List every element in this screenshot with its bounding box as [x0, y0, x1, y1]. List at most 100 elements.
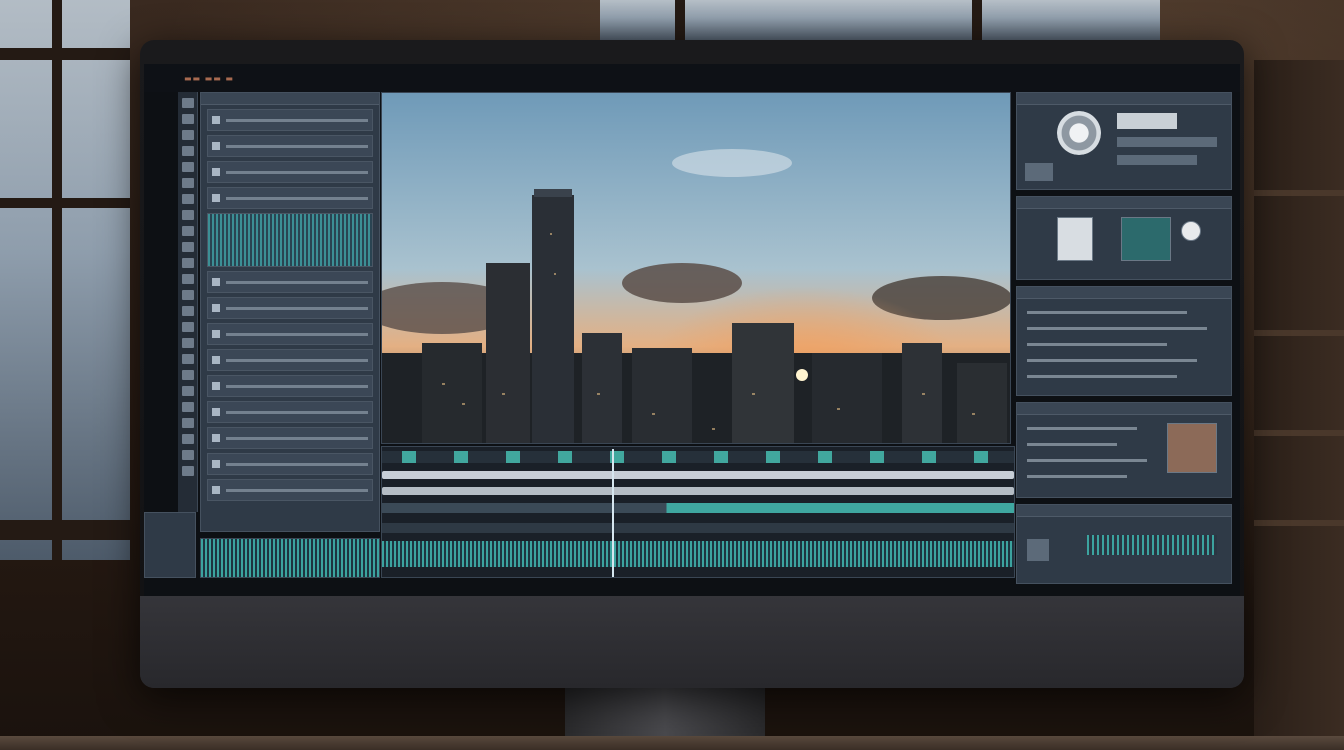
- list-item[interactable]: [207, 135, 373, 157]
- audio-track[interactable]: [382, 541, 1014, 567]
- jog-wheel-icon[interactable]: [1057, 111, 1101, 155]
- tool-icon[interactable]: [181, 242, 194, 252]
- control-block[interactable]: [1117, 155, 1197, 165]
- control-block[interactable]: [1027, 539, 1049, 561]
- param-row[interactable]: [1027, 327, 1207, 330]
- param-row[interactable]: [1027, 475, 1127, 478]
- video-track-3[interactable]: [382, 503, 1014, 513]
- shelf: [1254, 520, 1344, 526]
- window-mullion: [972, 0, 982, 40]
- window-mullion: [0, 520, 130, 540]
- tool-icon[interactable]: [181, 162, 194, 172]
- timeline-ruler[interactable]: [382, 451, 1014, 463]
- tool-icon[interactable]: [181, 258, 194, 268]
- shelf: [1254, 330, 1344, 336]
- list-item[interactable]: [207, 271, 373, 293]
- tool-icon[interactable]: [181, 418, 194, 428]
- param-row[interactable]: [1027, 443, 1117, 446]
- tool-icon[interactable]: [181, 338, 194, 348]
- panel-header: [1017, 505, 1231, 517]
- inspector-column: [1016, 92, 1236, 590]
- tool-icon[interactable]: [181, 194, 194, 204]
- list-item[interactable]: [207, 323, 373, 345]
- tool-icon[interactable]: [181, 210, 194, 220]
- param-row[interactable]: [1027, 427, 1137, 430]
- list-item[interactable]: [207, 297, 373, 319]
- item-text-placeholder: [226, 384, 368, 388]
- audio-meter-waveform: [200, 538, 380, 578]
- tool-icon[interactable]: [181, 130, 194, 140]
- control-block[interactable]: [1025, 163, 1053, 181]
- tool-icon[interactable]: [181, 290, 194, 300]
- list-item[interactable]: [207, 349, 373, 371]
- file-icon: [212, 356, 220, 364]
- tool-icon[interactable]: [181, 322, 194, 332]
- file-icon: [212, 460, 220, 468]
- video-track-2[interactable]: [382, 487, 1014, 495]
- file-icon: [212, 434, 220, 442]
- param-row[interactable]: [1027, 459, 1147, 462]
- item-text-placeholder: [226, 196, 368, 200]
- jog-control-panel: [1016, 92, 1232, 190]
- thumbnail-panel: [1016, 196, 1232, 280]
- building: [486, 263, 530, 443]
- tool-icon[interactable]: [181, 402, 194, 412]
- tool-icon[interactable]: [181, 370, 194, 380]
- list-item[interactable]: [207, 109, 373, 131]
- playhead-icon[interactable]: [612, 449, 614, 577]
- tool-icon[interactable]: [181, 178, 194, 188]
- tool-icon[interactable]: [181, 450, 194, 460]
- video-track-1[interactable]: [382, 471, 1014, 479]
- tool-icon[interactable]: [181, 386, 194, 396]
- file-icon: [212, 278, 220, 286]
- building: [422, 343, 482, 443]
- app-title-bar-mark: ▬▬ ▬▬ ▬: [184, 74, 234, 83]
- clip-thumbnail[interactable]: [1167, 423, 1217, 473]
- param-row[interactable]: [1027, 375, 1177, 378]
- item-text-placeholder: [226, 170, 368, 174]
- tool-icon[interactable]: [181, 466, 194, 476]
- list-item[interactable]: [207, 161, 373, 183]
- city-skyline-frame: [382, 93, 1010, 443]
- param-row[interactable]: [1027, 311, 1187, 314]
- clip-thumbnail[interactable]: [1057, 217, 1093, 261]
- tool-icon[interactable]: [181, 274, 194, 284]
- sun: [796, 369, 808, 381]
- control-block[interactable]: [1117, 137, 1217, 147]
- tool-icon[interactable]: [181, 354, 194, 364]
- shelf: [1254, 430, 1344, 436]
- building: [582, 333, 622, 443]
- control-block[interactable]: [1117, 113, 1177, 129]
- list-item[interactable]: [207, 375, 373, 397]
- window-mullion: [0, 48, 130, 60]
- item-text-placeholder: [226, 306, 368, 310]
- tool-icon[interactable]: [181, 146, 194, 156]
- tool-icon[interactable]: [181, 114, 194, 124]
- item-text-placeholder: [226, 436, 368, 440]
- clip-thumbnail-waveform[interactable]: [207, 213, 373, 267]
- tool-icon[interactable]: [181, 226, 194, 236]
- clip-thumbnail[interactable]: [1181, 221, 1201, 241]
- list-item[interactable]: [207, 427, 373, 449]
- effects-controls-panel: [1016, 286, 1232, 396]
- tool-strip: [178, 92, 198, 512]
- param-row[interactable]: [1027, 359, 1197, 362]
- panel-header: [1017, 93, 1231, 105]
- clip-thumbnail[interactable]: [1121, 217, 1171, 261]
- window-mullion: [675, 0, 685, 40]
- tool-icon[interactable]: [181, 306, 194, 316]
- video-preview-viewer[interactable]: [381, 92, 1011, 444]
- monitor: ▬▬ ▬▬ ▬: [140, 40, 1244, 688]
- panel-header: [201, 93, 379, 105]
- list-item[interactable]: [207, 479, 373, 501]
- tool-icon[interactable]: [181, 98, 194, 108]
- tool-icon[interactable]: [181, 434, 194, 444]
- item-text-placeholder: [226, 358, 368, 362]
- item-text-placeholder: [226, 410, 368, 414]
- list-item[interactable]: [207, 453, 373, 475]
- list-item[interactable]: [207, 401, 373, 423]
- timeline-panel[interactable]: [381, 446, 1015, 578]
- monitor-chin: [140, 596, 1244, 688]
- list-item[interactable]: [207, 187, 373, 209]
- param-row[interactable]: [1027, 343, 1167, 346]
